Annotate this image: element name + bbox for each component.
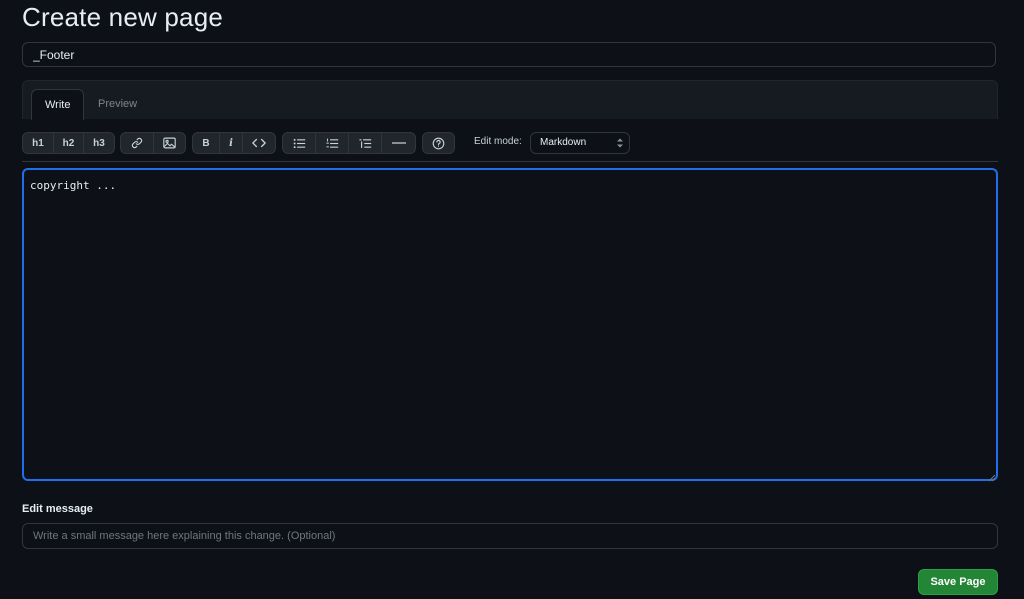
resize-grip-icon[interactable] xyxy=(986,469,996,482)
bold-button[interactable]: B xyxy=(193,133,220,153)
horizontal-rule-icon xyxy=(391,141,406,145)
edit-mode-label: Edit mode: xyxy=(474,136,522,147)
italic-button[interactable]: i xyxy=(220,133,243,153)
toolbar-divider xyxy=(22,161,998,162)
page-name-input[interactable] xyxy=(22,42,996,67)
ordered-list-button[interactable] xyxy=(316,133,349,153)
page-content-editor[interactable]: copyright ... xyxy=(22,168,998,481)
link-button[interactable] xyxy=(121,133,154,153)
unordered-list-icon xyxy=(293,138,306,149)
edit-message-input[interactable] xyxy=(22,523,998,549)
h3-button[interactable]: h3 xyxy=(84,133,114,153)
editor-tabs: Write Preview xyxy=(22,80,998,120)
help-button[interactable] xyxy=(423,133,454,153)
style-group: B i xyxy=(192,132,276,154)
task-list-icon xyxy=(358,138,372,149)
edit-mode-value: Markdown xyxy=(540,137,587,148)
heading-group: h1 h2 h3 xyxy=(22,132,115,154)
save-page-button[interactable]: Save Page xyxy=(918,569,998,595)
page-title: Create new page xyxy=(22,2,224,32)
h2-button[interactable]: h2 xyxy=(54,133,84,153)
horizontal-rule-button[interactable] xyxy=(382,133,415,153)
help-icon xyxy=(432,137,445,150)
code-icon xyxy=(252,138,266,148)
ordered-list-icon xyxy=(325,138,339,149)
edit-mode-select[interactable]: Markdown xyxy=(530,132,630,154)
formatting-toolbar: h1 h2 h3 B i Edit mode: Markdown xyxy=(22,132,998,154)
tab-preview[interactable]: Preview xyxy=(85,89,150,120)
edit-message-label: Edit message xyxy=(22,503,93,515)
h1-button[interactable]: h1 xyxy=(23,133,54,153)
tab-write[interactable]: Write xyxy=(31,89,85,120)
task-list-button[interactable] xyxy=(349,133,382,153)
image-icon xyxy=(162,137,176,149)
code-button[interactable] xyxy=(243,133,275,153)
link-icon xyxy=(131,137,143,149)
list-group xyxy=(282,132,416,154)
insert-group xyxy=(120,132,186,154)
unordered-list-button[interactable] xyxy=(283,133,316,153)
select-arrows-icon xyxy=(617,137,623,149)
image-button[interactable] xyxy=(154,133,186,153)
help-group xyxy=(422,132,455,154)
